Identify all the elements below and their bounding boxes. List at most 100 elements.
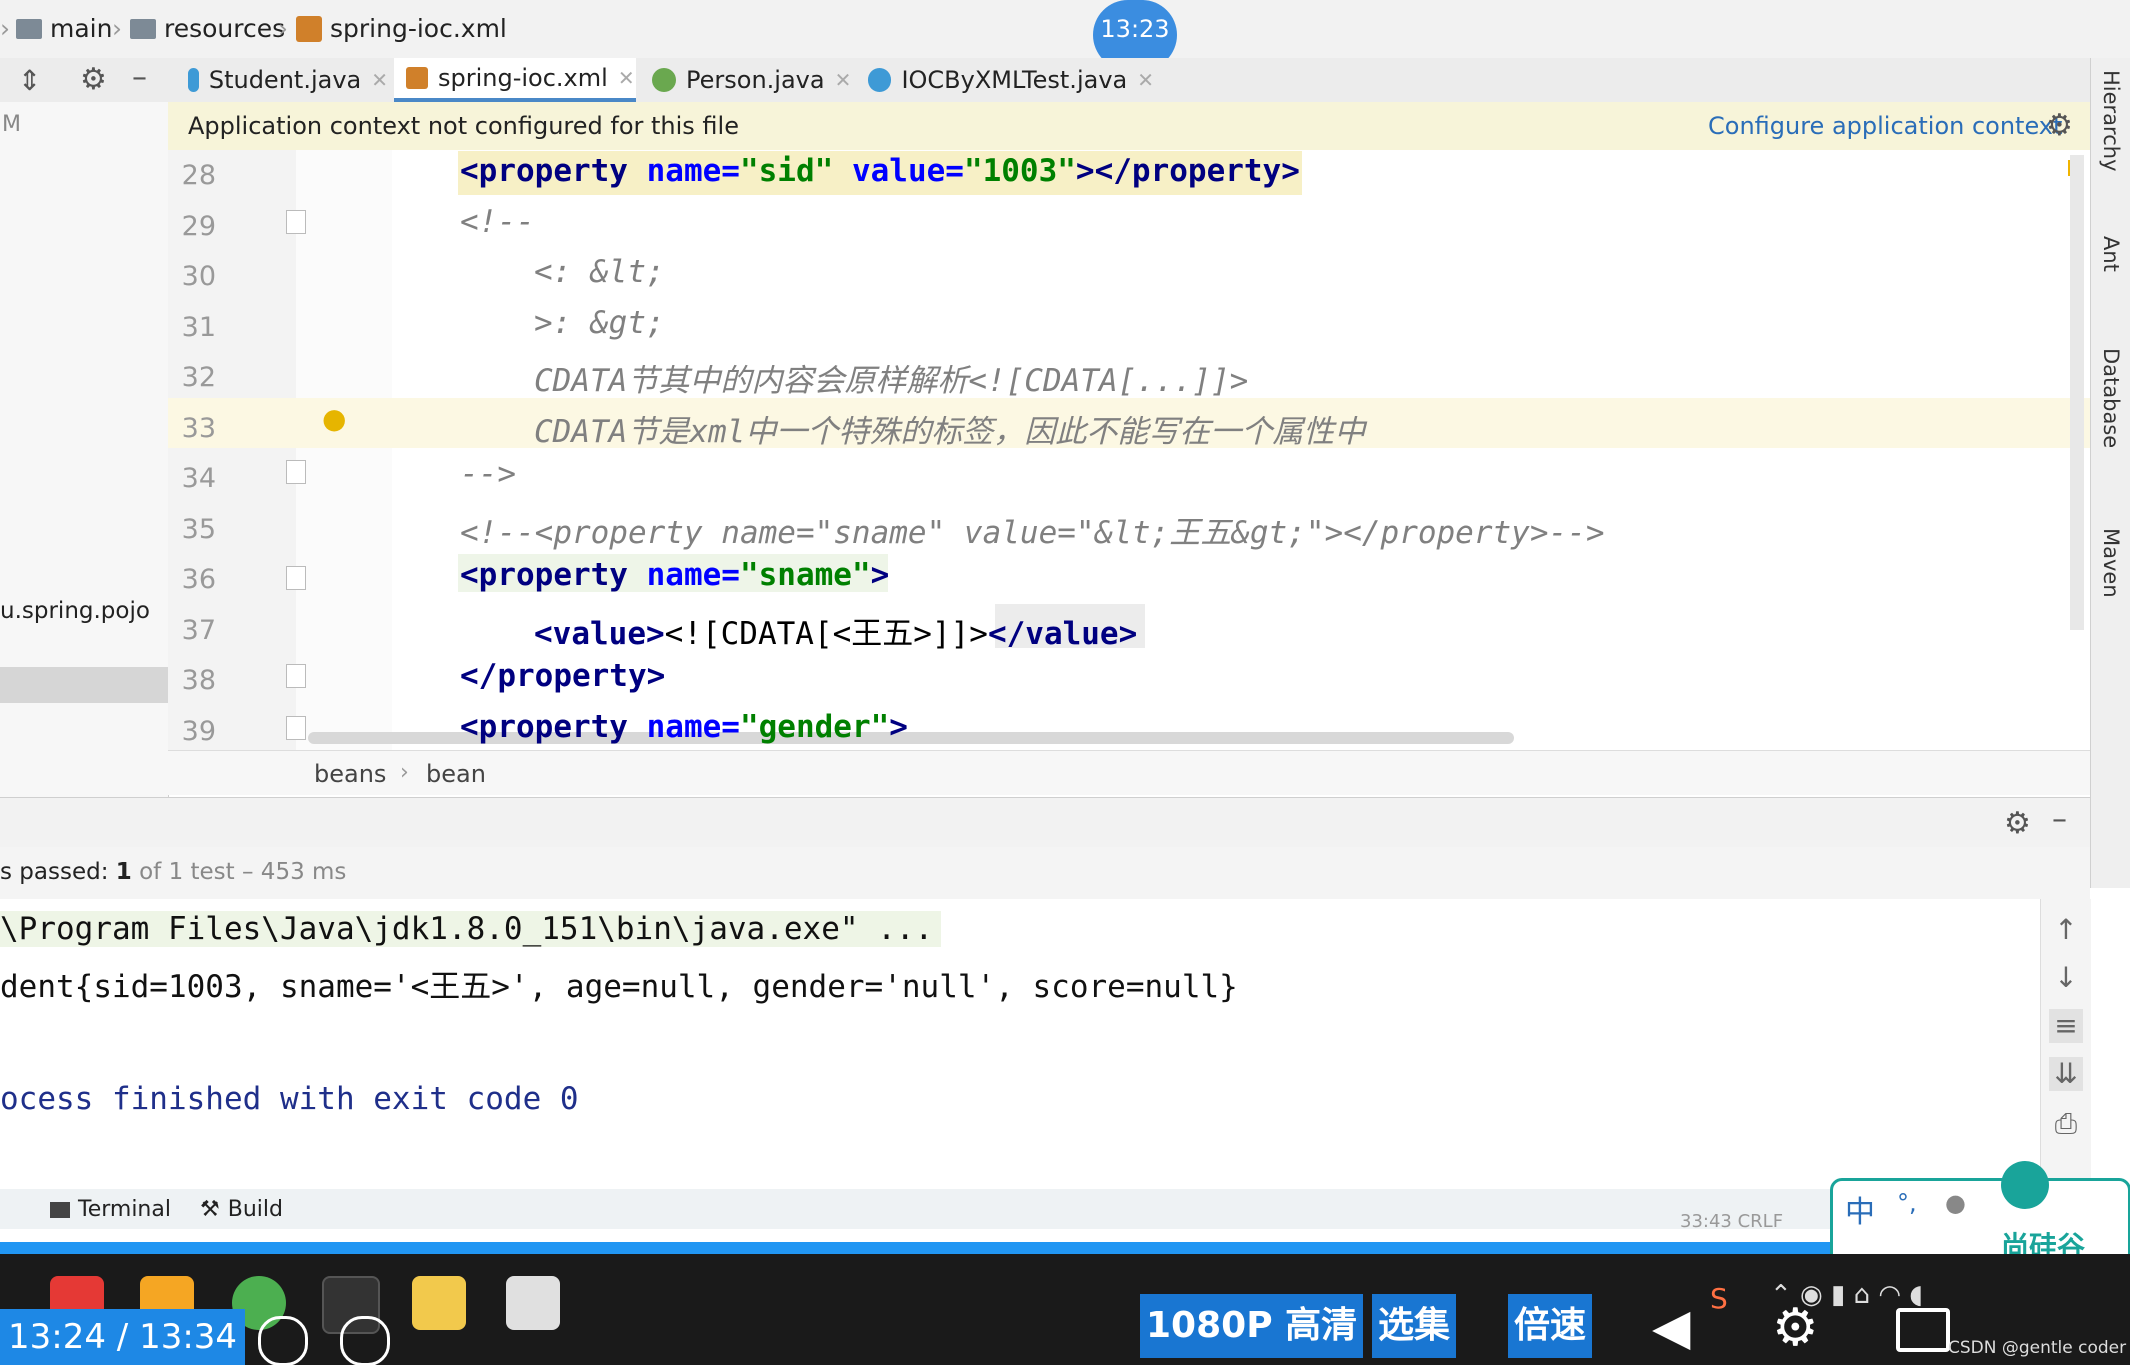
- close-icon[interactable]: ✕: [371, 68, 388, 92]
- line-number: 30: [181, 261, 216, 292]
- sogou-icon: S: [1710, 1282, 1728, 1315]
- resources-folder-icon: [130, 18, 156, 39]
- code-line[interactable]: <!--: [460, 204, 535, 240]
- tab-person-java[interactable]: Person.java ✕: [646, 58, 852, 102]
- fold-marker[interactable]: [286, 566, 306, 590]
- typora-icon[interactable]: [506, 1276, 560, 1330]
- tab-student-java[interactable]: Student.java ✕: [184, 58, 388, 102]
- fold-marker[interactable]: [286, 664, 306, 688]
- ant-tool[interactable]: Ant: [2099, 236, 2123, 272]
- build-tool-button[interactable]: ⚒ Build: [200, 1197, 283, 1222]
- gear-icon[interactable]: ⚙: [2004, 806, 2031, 841]
- arrow-down-icon[interactable]: ↓: [2049, 961, 2083, 995]
- test-class-icon: [868, 68, 892, 92]
- project-tree-item[interactable]: u.spring.pojo: [0, 598, 150, 624]
- quality-button[interactable]: 1080P 高清: [1140, 1294, 1364, 1358]
- right-tool-strip: Hierarchy Ant Database Maven: [2090, 58, 2130, 888]
- code-token: >: &gt;: [534, 304, 665, 341]
- gear-icon[interactable]: ⚙: [2046, 108, 2073, 143]
- code-line[interactable]: </property>: [460, 658, 665, 694]
- close-icon[interactable]: ✕: [1137, 68, 1154, 92]
- code-token: <value>: [534, 615, 665, 652]
- folder-icon: [16, 18, 42, 39]
- context-notification: Application context not configured for t…: [168, 102, 2090, 151]
- line-number: 37: [181, 614, 216, 646]
- fullscreen-icon[interactable]: [1896, 1308, 1950, 1352]
- fold-marker[interactable]: [286, 716, 306, 740]
- crumb-bean[interactable]: bean: [426, 760, 486, 788]
- terminal-tool-button[interactable]: Terminal: [50, 1197, 171, 1222]
- chevron-right-icon: ›: [278, 14, 288, 43]
- code-token: value=: [851, 153, 964, 189]
- speed-button[interactable]: 倍速: [1508, 1294, 1593, 1358]
- scroll-to-end-icon[interactable]: ⇊: [2049, 1057, 2083, 1091]
- breadcrumb-file[interactable]: spring-ioc.xml: [296, 14, 507, 43]
- code-line[interactable]: <property name="sid" value="1003"></prop…: [460, 153, 1300, 189]
- file-explorer-icon[interactable]: [412, 1276, 466, 1330]
- terminal-icon: [50, 1201, 70, 1218]
- maven-tool[interactable]: Maven: [2099, 528, 2123, 598]
- soft-wrap-icon[interactable]: ≡: [2049, 1009, 2083, 1043]
- navigation-breadcrumb: › main › resources › spring-ioc.xml: [0, 0, 2130, 59]
- volume-icon[interactable]: ◀: [1652, 1298, 1690, 1356]
- console-line: ocess finished with exit code 0: [0, 1081, 579, 1117]
- close-icon[interactable]: ✕: [618, 66, 635, 90]
- lightbulb-icon[interactable]: ●: [322, 402, 346, 435]
- run-panel-header: ⚙ –: [0, 797, 2090, 848]
- video-progress-bar[interactable]: [0, 1242, 2130, 1254]
- code-token: name=: [646, 557, 740, 593]
- console-toolbar: ↑ ↓ ≡ ⇊ ⎙: [2040, 899, 2091, 1189]
- vertical-scrollbar[interactable]: [2070, 155, 2084, 630]
- close-icon[interactable]: ✕: [835, 68, 852, 92]
- code-token: name=: [646, 153, 740, 189]
- test-status-bar: s passed: 1 of 1 test – 453 ms: [0, 847, 2090, 900]
- code-token: ></property>: [1075, 153, 1300, 189]
- code-line[interactable]: -->: [460, 456, 516, 492]
- brand-logo-icon: [2001, 1161, 2049, 1209]
- code-token: -->: [460, 456, 516, 492]
- tab-iocbyxmltest-java[interactable]: IOCByXMLTest.java ✕: [862, 58, 1154, 102]
- code-line[interactable]: CDATA节其中的内容会原样解析<![CDATA[...]]>: [534, 355, 1248, 400]
- database-tool[interactable]: Database: [2099, 348, 2123, 448]
- code-line[interactable]: >: &gt;: [534, 305, 665, 341]
- minimize-icon[interactable]: –: [2052, 802, 2067, 837]
- taskbar: 13:24 / 13:34 1080P 高清 选集 倍速 ◀ ⚙ S ⌃ ◉ ▮…: [0, 1254, 2130, 1366]
- xml-file-icon: [406, 67, 428, 89]
- code-token: <: &lt;: [534, 254, 665, 290]
- line-number: 29: [181, 210, 216, 242]
- code-token: "sid": [739, 153, 852, 189]
- code-line[interactable]: <property name="gender">: [460, 709, 908, 745]
- hierarchy-tool[interactable]: Hierarchy: [2099, 70, 2123, 172]
- arrow-up-icon[interactable]: ↑: [2049, 913, 2083, 947]
- console-output[interactable]: \Program Files\Java\jdk1.8.0_151\bin\jav…: [0, 899, 2040, 1189]
- minimize-icon[interactable]: –: [132, 60, 147, 95]
- configure-context-link[interactable]: Configure application context: [1708, 112, 2062, 140]
- tab-spring-ioc-xml[interactable]: spring-ioc.xml ✕: [394, 58, 636, 102]
- code-token: "1003": [963, 153, 1076, 189]
- line-number: 38: [181, 665, 216, 696]
- fold-marker[interactable]: [286, 210, 306, 234]
- selected-tree-row[interactable]: [0, 667, 168, 703]
- line-number: 32: [181, 362, 216, 393]
- code-line[interactable]: <value><![CDATA[<王五>]]></value>: [534, 608, 1137, 653]
- code-token: <property: [460, 708, 647, 745]
- fold-marker[interactable]: [286, 460, 306, 484]
- code-token: <!--: [460, 203, 535, 240]
- danmaku-settings-icon[interactable]: [340, 1316, 390, 1366]
- danmaku-toggle-icon[interactable]: [258, 1316, 308, 1366]
- code-line[interactable]: <property name="sname">: [460, 557, 889, 593]
- code-token: <![CDATA[<王五>]]>: [664, 615, 988, 652]
- breadcrumb-resources[interactable]: resources: [130, 14, 285, 43]
- code-line[interactable]: <!--<property name="sname" value="&lt;王五…: [460, 507, 1605, 552]
- code-line[interactable]: CDATA节是xml中一个特殊的标签，因此不能写在一个属性中: [534, 406, 1365, 451]
- crumb-beans[interactable]: beans: [314, 760, 386, 788]
- user-icon: ●: [1945, 1189, 1966, 1217]
- print-icon[interactable]: ⎙: [2049, 1107, 2083, 1141]
- breadcrumb-main[interactable]: main: [16, 14, 112, 43]
- collapse-all-icon[interactable]: ⇕: [18, 64, 41, 97]
- episodes-button[interactable]: 选集: [1372, 1294, 1457, 1358]
- code-token: >: [870, 557, 890, 593]
- code-line[interactable]: <: &lt;: [534, 254, 665, 290]
- line-number: 33: [181, 412, 216, 444]
- gear-icon[interactable]: ⚙: [80, 62, 107, 97]
